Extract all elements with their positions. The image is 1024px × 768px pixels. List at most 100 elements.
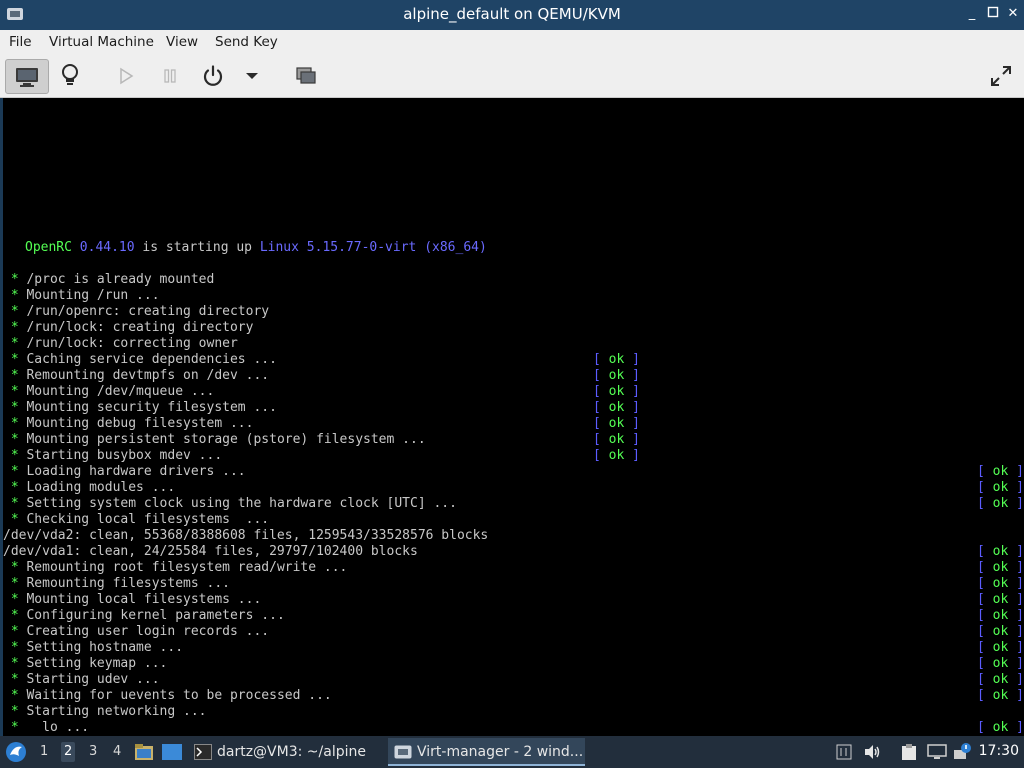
line-bullet: * (3, 560, 27, 575)
menu-bar: File Virtual Machine View Send Key (0, 30, 1024, 55)
console-line: * Starting udev ... (3, 672, 160, 688)
console-line: * Configuring kernel parameters ... (3, 608, 285, 624)
menu-send-key[interactable]: Send Key (215, 34, 278, 50)
ok-status: [ ok ] (977, 624, 1024, 639)
fullscreen-button[interactable] (984, 59, 1018, 92)
workspace-1[interactable]: 1 (40, 744, 48, 759)
shutdown-menu-button[interactable] (240, 59, 264, 92)
ok-status: [ ok ] (593, 448, 640, 463)
ok-status: [ ok ] (977, 464, 1024, 479)
speaker-icon (865, 745, 880, 759)
details-button[interactable] (52, 59, 88, 92)
details-lightbulb-icon (62, 63, 78, 85)
ok-status: [ ok ] (593, 384, 640, 399)
ok-status: [ ok ] (977, 560, 1024, 575)
console-line: * Mounting debug filesystem ... (3, 416, 254, 432)
line-bullet: * (3, 464, 27, 479)
line-text: Mounting persistent storage (pstore) fil… (26, 432, 426, 447)
shutdown-button[interactable] (197, 59, 229, 92)
close-button[interactable]: ✕ (1005, 6, 1021, 22)
console-line: * Remounting root filesystem read/write … (3, 560, 348, 576)
tray-display-button[interactable] (927, 744, 947, 764)
taskbar-task-virt-manager[interactable]: Virt-manager - 2 wind... (388, 738, 585, 766)
workspace-2[interactable]: 2 (61, 742, 76, 762)
line-text: Waiting for uevents to be processed ... (26, 688, 332, 703)
console-line: * Starting busybox mdev ... (3, 448, 222, 464)
ok-status: [ ok ] (977, 672, 1024, 687)
line-text: Remounting filesystems ... (26, 576, 230, 591)
console-monitor-icon (16, 67, 38, 87)
power-menu-chevron-icon (246, 72, 258, 79)
line-bullet: * (3, 448, 27, 463)
line-text: Loading modules ... (26, 480, 176, 495)
run-play-icon (120, 67, 134, 84)
toolbar (0, 55, 1024, 98)
console-line: * Waiting for uevents to be processed ..… (3, 688, 332, 704)
maximize-button[interactable] (985, 6, 1001, 22)
line-bullet: * (3, 432, 27, 447)
line-bullet: * (3, 688, 27, 703)
ok-status: [ ok ] (593, 432, 640, 447)
minimize-button[interactable]: _ (964, 6, 980, 22)
line-text: Creating user login records ... (26, 624, 270, 639)
console-line: * Mounting /dev/mqueue ... (3, 384, 215, 400)
console-line: * /proc is already mounted (3, 272, 215, 288)
console-line: * Mounting /run ... (3, 288, 160, 304)
show-desktop-button[interactable] (161, 743, 183, 765)
kernel-version: Linux 5.15.77-0-virt (x86_64) (259, 240, 487, 255)
line-text: Starting networking ... (26, 704, 207, 719)
equalizer-icon (836, 744, 852, 760)
line-bullet: * (3, 624, 27, 639)
title-bar[interactable]: alpine_default on QEMU/KVM _ ✕ (0, 0, 1024, 30)
ok-status: [ ok ] (977, 688, 1024, 703)
ok-status: [ ok ] (977, 592, 1024, 607)
taskbar-task-terminal[interactable]: dartz@VM3: ~/alpine (190, 738, 385, 766)
pause-button[interactable] (154, 59, 186, 92)
line-text: /dev/vda2: clean, 55368/8388608 files, 1… (3, 528, 489, 543)
line-text: Remounting root filesystem read/write ..… (26, 560, 348, 575)
console-line: * Setting system clock using the hardwar… (3, 496, 457, 512)
ok-status: [ ok ] (977, 480, 1024, 495)
snapshots-icon (296, 66, 316, 84)
menu-virtual-machine[interactable]: Virtual Machine (49, 34, 154, 50)
console-line: * Checking local filesystems ... (3, 512, 269, 528)
vm-console-display[interactable]: OpenRC 0.44.10 is starting up Linux 5.15… (3, 98, 1024, 736)
info-badge-icon (954, 743, 971, 759)
snapshots-button[interactable] (290, 59, 322, 92)
start-menu-button[interactable] (5, 741, 27, 767)
workspace-3[interactable]: 3 (89, 744, 97, 759)
line-text: Checking local filesystems ... (26, 512, 270, 527)
line-text: Mounting local filesystems ... (26, 592, 262, 607)
console-line: * Creating user login records ... (3, 624, 269, 640)
console-view-button[interactable] (5, 59, 49, 94)
task-label: dartz@VM3: ~/alpine (217, 744, 366, 760)
tray-volume-button[interactable] (863, 743, 881, 765)
task-label: Virt-manager - 2 wind... (417, 744, 584, 760)
openrc-name: OpenRC (25, 240, 72, 255)
line-text: Loading hardware drivers ... (26, 464, 246, 479)
run-button[interactable] (110, 59, 142, 92)
ok-status: [ ok ] (593, 368, 640, 383)
ok-status: [ ok ] (977, 544, 1024, 559)
line-bullet: * (3, 288, 27, 303)
file-manager-launcher[interactable] (134, 743, 154, 765)
line-text: /proc is already mounted (26, 272, 215, 287)
openrc-banner: OpenRC 0.44.10 is starting up Linux 5.15… (25, 240, 487, 256)
menu-file[interactable]: File (9, 34, 32, 50)
line-text: Configuring kernel parameters ... (26, 608, 285, 623)
line-text: Mounting debug filesystem ... (26, 416, 254, 431)
line-text: Setting keymap ... (26, 656, 168, 671)
line-text: Starting udev ... (26, 672, 160, 687)
console-line: * Mounting local filesystems ... (3, 592, 261, 608)
line-bullet: * (3, 496, 27, 511)
tray-notification-button[interactable] (953, 742, 973, 764)
line-text: /run/lock: creating directory (26, 320, 254, 335)
line-bullet: * (3, 720, 27, 735)
console-line: * Starting networking ... (3, 704, 207, 720)
tray-volume-control-button[interactable] (836, 744, 852, 764)
tray-clipboard-button[interactable] (900, 743, 918, 765)
workspace-4[interactable]: 4 (113, 744, 121, 759)
menu-view[interactable]: View (166, 34, 198, 50)
line-bullet: * (3, 656, 27, 671)
line-text: Mounting /dev/mqueue ... (26, 384, 215, 399)
